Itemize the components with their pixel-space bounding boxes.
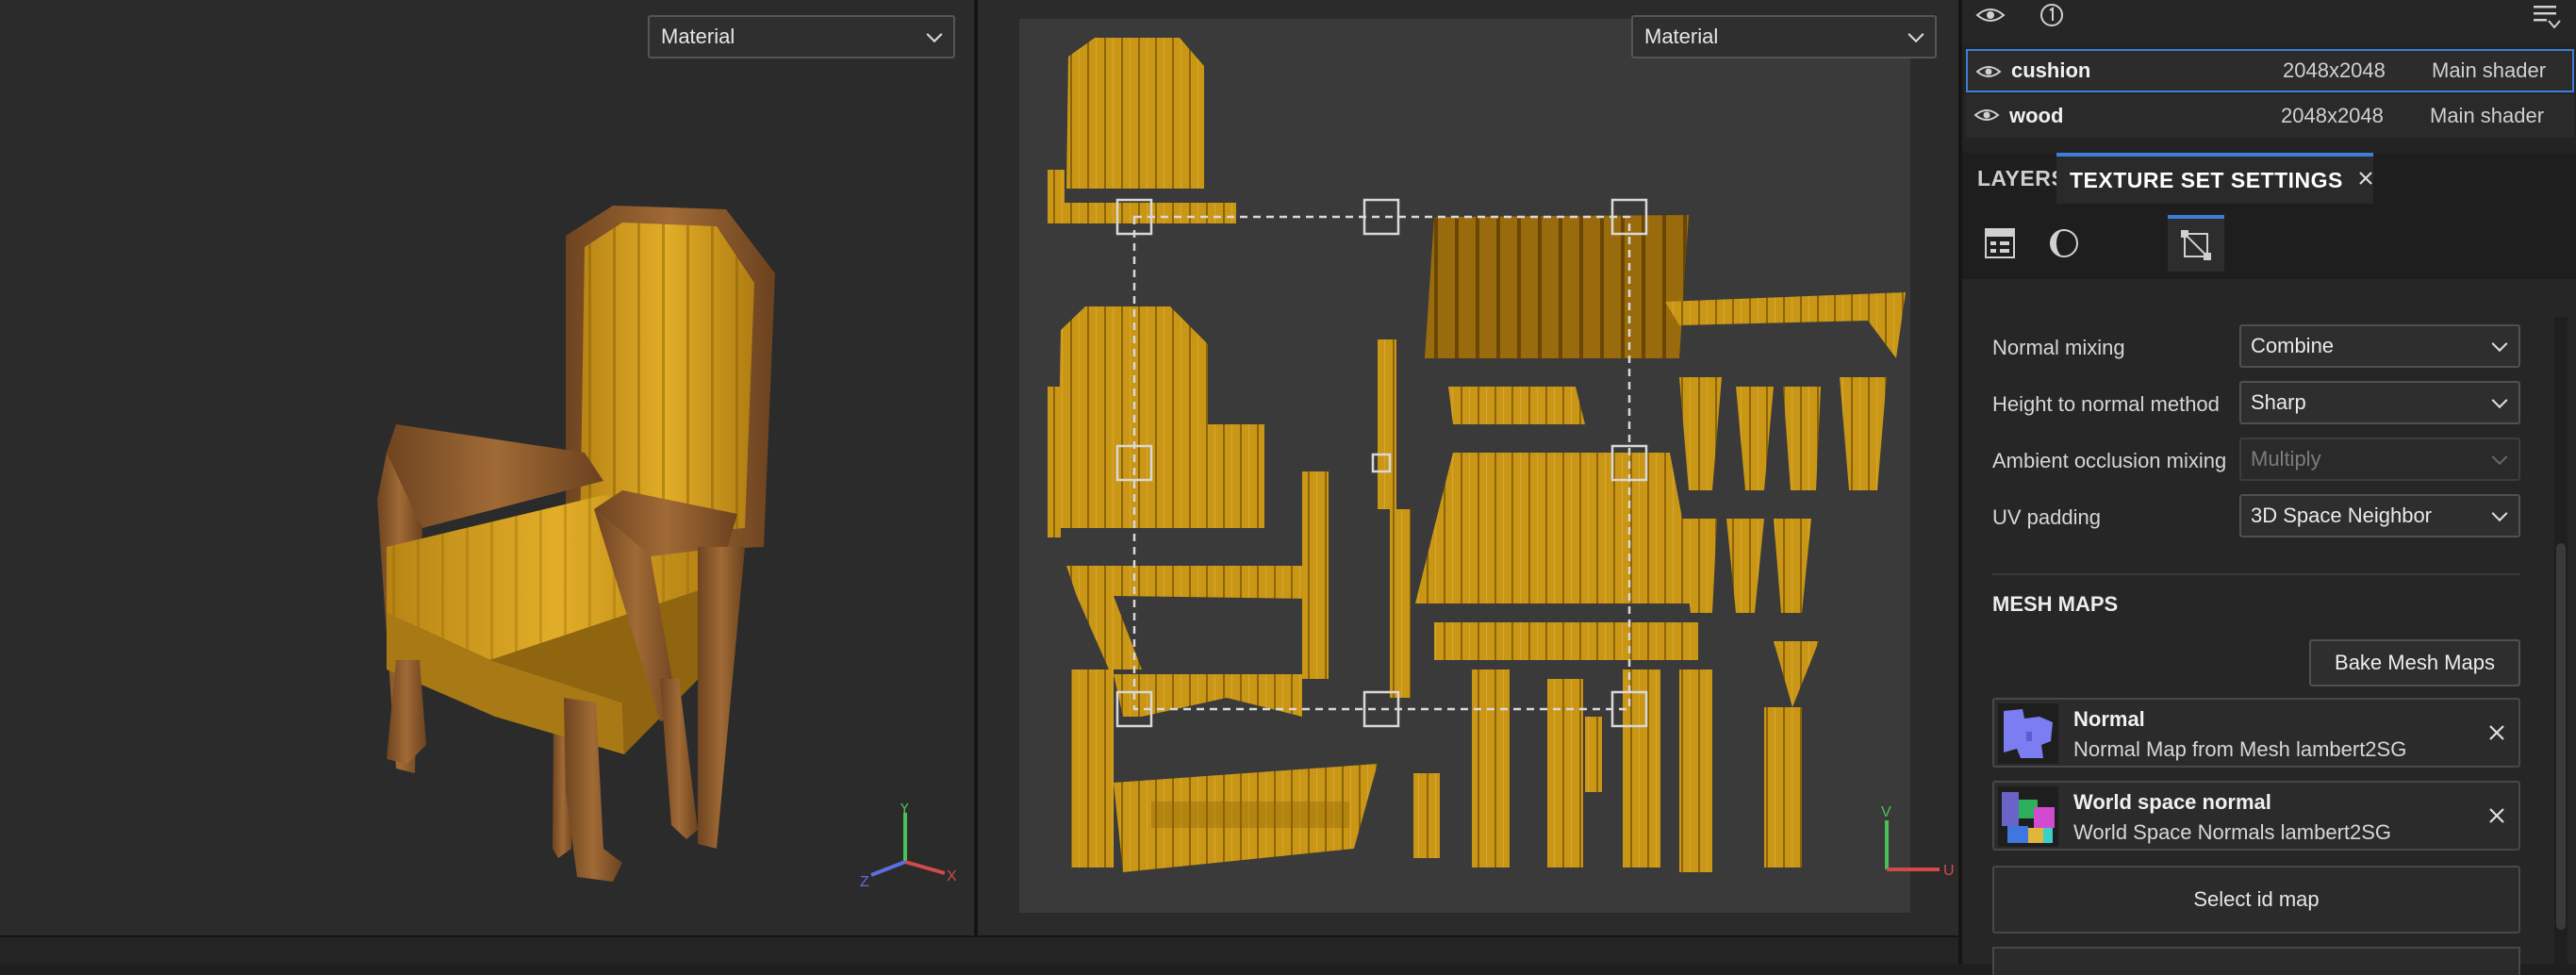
list-menu-icon[interactable] <box>2532 2 2562 30</box>
mesh-maps-title: MESH MAPS <box>1992 592 2119 616</box>
axis-gizmo-3d: Y X Z <box>860 803 957 888</box>
uv-crop-icon <box>2181 230 2211 260</box>
subtab-shader[interactable] <box>2036 215 2092 272</box>
chevron-down-icon <box>2491 336 2508 353</box>
tab-layers[interactable]: LAYERS <box>1977 153 2066 204</box>
texture-set-shader: Main shader <box>2430 104 2545 127</box>
chevron-down-icon <box>926 26 943 43</box>
axis-v-label: V <box>1881 804 1891 820</box>
axis-u-label: U <box>1943 863 1955 879</box>
texture-set-name: cushion <box>2011 58 2091 82</box>
height-to-normal-select[interactable]: Sharp <box>2239 381 2520 424</box>
world-normal-thumbnail <box>1998 786 2058 847</box>
chevron-down-icon <box>2491 449 2508 466</box>
eye-icon[interactable] <box>1975 62 2002 81</box>
ao-mixing-value: Multiply <box>2251 447 2321 471</box>
chevron-down-icon <box>1907 26 1924 43</box>
height-to-normal-value: Sharp <box>2251 390 2306 414</box>
panel-scrollbar[interactable] <box>2554 317 2568 964</box>
tab-texture-set-settings[interactable]: TEXTURE SET SETTINGS <box>2056 153 2373 204</box>
uv-axis-gizmo: V U <box>1881 804 1955 879</box>
channels-settings-icon <box>1985 228 2015 258</box>
normal-mixing-select[interactable]: Combine <box>2239 324 2520 368</box>
solo-filter-icon[interactable] <box>2038 2 2066 28</box>
material-select-3d[interactable]: Material <box>648 15 955 58</box>
bake-mesh-maps-button[interactable]: Bake Mesh Maps <box>2309 639 2520 686</box>
mesh-map-subtitle: Normal Map from Mesh lambert2SG <box>2073 737 2407 761</box>
height-to-normal-label: Height to normal method <box>1992 392 2220 416</box>
texture-set-shader: Main shader <box>2432 58 2547 82</box>
normal-mixing-value: Combine <box>2251 334 2335 357</box>
ao-mixing-label: Ambient occlusion mixing <box>1992 449 2227 472</box>
normal-map-thumbnail <box>1998 703 2058 764</box>
uv-padding-label: UV padding <box>1992 505 2101 529</box>
texture-set-name: wood <box>2009 104 2064 127</box>
texture-set-panel: cushion 2048x2048 Main shader wood 2048x… <box>1958 0 2576 975</box>
axis-y-label: Y <box>900 803 910 817</box>
axis-z-label: Z <box>860 874 869 888</box>
shader-sphere-icon <box>2050 229 2078 257</box>
scrollbar-thumb[interactable] <box>2556 543 2566 930</box>
close-tab-icon[interactable] <box>2347 153 2385 204</box>
subtab-uv[interactable] <box>2168 215 2224 272</box>
chevron-down-icon <box>2491 505 2508 522</box>
texture-set-resolution: 2048x2048 <box>2283 58 2386 82</box>
mesh-map-title: Normal <box>2073 707 2145 731</box>
chair-3d-model[interactable] <box>0 0 974 935</box>
settings-subtabs <box>1962 204 2576 279</box>
visibility-filter-icon[interactable] <box>1975 4 2006 26</box>
texture-set-list-toolbar <box>1962 0 2576 45</box>
mesh-map-item-world-space-normal[interactable]: World space normal World Space Normals l… <box>1992 781 2520 851</box>
mesh-map-item-partial[interactable] <box>1992 947 2520 975</box>
uv-padding-value: 3D Space Neighbor <box>2251 504 2433 527</box>
chevron-down-icon <box>2491 392 2508 409</box>
mesh-map-title: World space normal <box>2073 790 2271 814</box>
texture-set-settings-content: Normal mixing Combine Height to normal m… <box>1962 279 2576 975</box>
app-window: Material Y X Z Material V U cushion 2048… <box>0 0 2576 975</box>
subtab-channels[interactable] <box>1972 215 2028 272</box>
texture-set-row-cushion[interactable]: cushion 2048x2048 Main shader <box>1966 49 2574 92</box>
mesh-map-item-normal[interactable]: Normal Normal Map from Mesh lambert2SG <box>1992 698 2520 768</box>
mesh-map-subtitle: World Space Normals lambert2SG <box>2073 820 2392 844</box>
panel-tabs: LAYERS TEXTURE SET SETTINGS <box>1962 153 2576 204</box>
remove-map-icon[interactable] <box>2483 801 2511 830</box>
viewport-2d[interactable]: Material V U <box>978 0 1958 935</box>
axis-x-label: X <box>947 868 957 884</box>
material-select-2d[interactable]: Material <box>1631 15 1937 58</box>
eye-icon[interactable] <box>1973 106 2000 124</box>
texture-set-row-wood[interactable]: wood 2048x2048 Main shader <box>1966 94 2574 138</box>
uv-texture-sheet[interactable] <box>1019 19 1910 913</box>
texture-set-resolution: 2048x2048 <box>2281 104 2384 127</box>
status-bar <box>0 935 1961 964</box>
material-select-2d-label: Material <box>1644 25 1719 48</box>
uv-padding-select[interactable]: 3D Space Neighbor <box>2239 494 2520 537</box>
normal-mixing-label: Normal mixing <box>1992 336 2125 359</box>
uv-islands <box>1048 38 1906 872</box>
material-select-3d-label: Material <box>661 25 735 48</box>
viewport-3d[interactable]: Material Y X Z <box>0 0 974 935</box>
remove-map-icon[interactable] <box>2483 719 2511 747</box>
select-id-map-button[interactable]: Select id map <box>1992 866 2520 934</box>
section-divider <box>1992 573 2520 575</box>
ao-mixing-select: Multiply <box>2239 438 2520 481</box>
tab-texture-set-settings-label: TEXTURE SET SETTINGS <box>2070 167 2343 192</box>
